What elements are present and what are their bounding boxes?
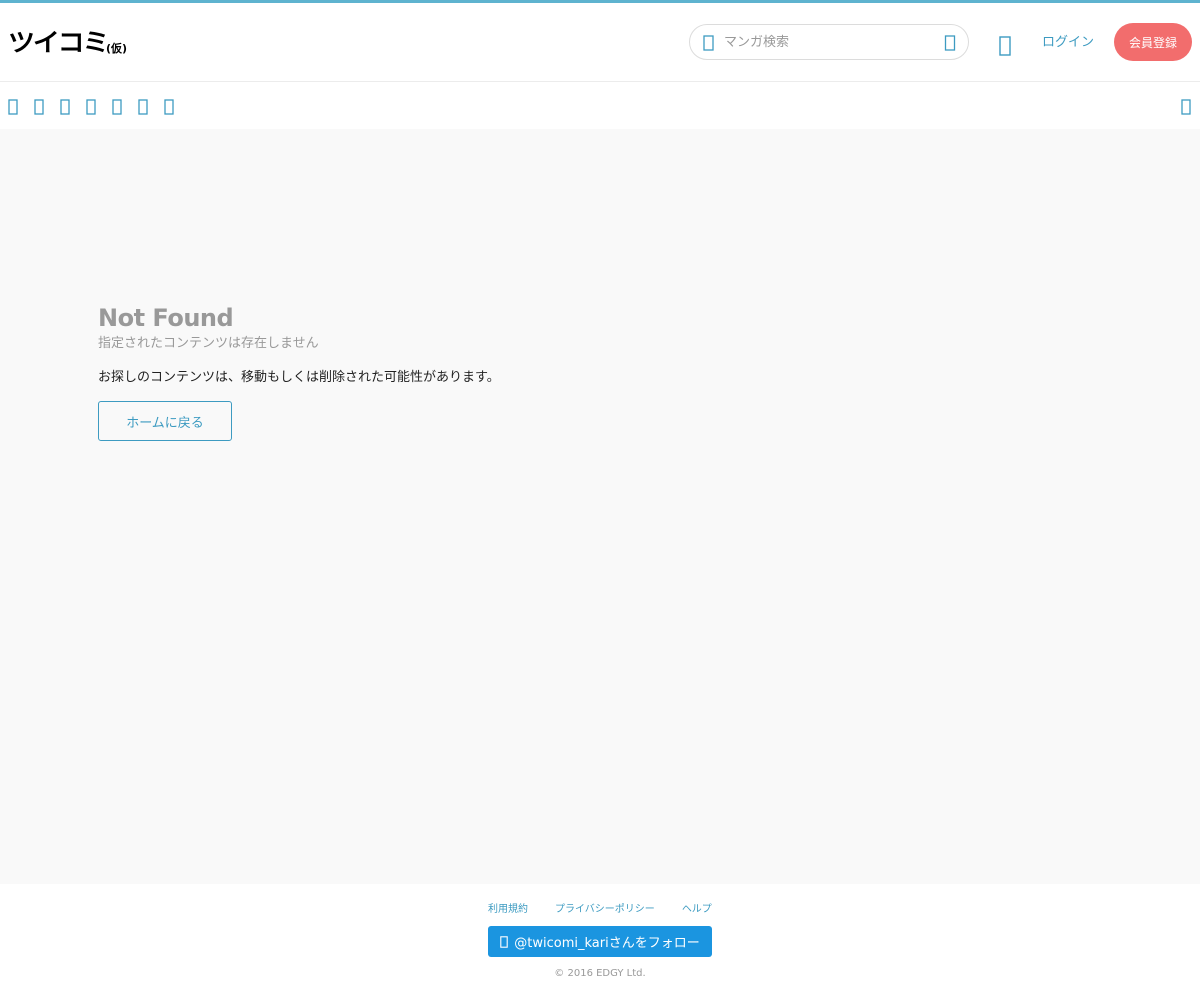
signup-button[interactable]: 会員登録 <box>1114 23 1192 61</box>
twitter-icon <box>500 935 509 948</box>
page-title: Not Found <box>98 304 234 332</box>
site-header: ツイコミ (仮) ログイン 会員登録 <box>0 3 1200 82</box>
category-icon-bar <box>0 82 1200 129</box>
category-icon[interactable] <box>8 99 18 115</box>
terms-link[interactable]: 利用規約 <box>488 903 528 917</box>
copyright-text: © 2016 EDGY Ltd. <box>554 968 646 979</box>
footer-links: 利用規約 プライバシーポリシー ヘルプ <box>488 903 712 917</box>
category-icon[interactable] <box>34 99 44 115</box>
error-message: お探しのコンテンツは、移動もしくは削除された可能性があります。 <box>98 370 500 385</box>
search-input[interactable] <box>724 30 924 54</box>
follow-button-label: @twicomi_kariさんをフォロー <box>514 936 700 951</box>
login-link[interactable]: ログイン <box>1042 34 1094 52</box>
clear-icon[interactable] <box>944 35 956 51</box>
logo-sub-text: (仮) <box>106 42 128 55</box>
category-icon[interactable] <box>86 99 96 115</box>
search-icon[interactable] <box>702 35 716 51</box>
twitter-follow-button[interactable]: @twicomi_kariさんをフォロー <box>488 926 712 957</box>
site-footer: 利用規約 プライバシーポリシー ヘルプ @twicomi_kariさんをフォロー… <box>0 884 1200 1000</box>
back-home-button[interactable]: ホームに戻る <box>98 401 232 441</box>
category-icon[interactable] <box>60 99 70 115</box>
notification-icon[interactable] <box>998 36 1012 56</box>
main-content: Not Found 指定されたコンテンツは存在しません お探しのコンテンツは、移… <box>0 129 1200 884</box>
menu-icon[interactable] <box>1181 99 1191 115</box>
search-box <box>689 24 969 60</box>
category-icon[interactable] <box>164 99 174 115</box>
page-subtitle: 指定されたコンテンツは存在しません <box>98 336 319 351</box>
help-link[interactable]: ヘルプ <box>682 903 712 917</box>
site-logo[interactable]: ツイコミ (仮) <box>8 29 127 57</box>
category-icon[interactable] <box>112 99 122 115</box>
privacy-policy-link[interactable]: プライバシーポリシー <box>555 903 655 917</box>
category-icon[interactable] <box>138 99 148 115</box>
logo-text: ツイコミ <box>8 28 110 57</box>
